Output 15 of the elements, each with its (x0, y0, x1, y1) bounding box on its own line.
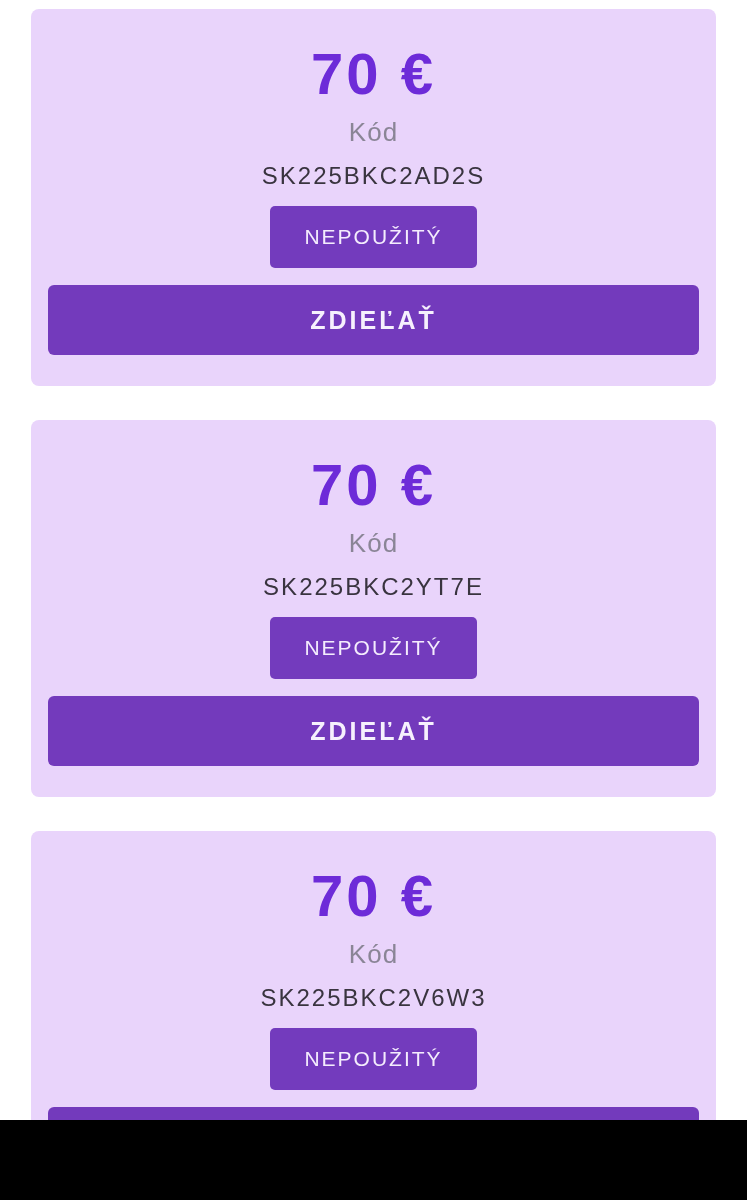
share-button[interactable]: ZDIEĽAŤ (48, 285, 699, 355)
voucher-price: 70 € (311, 40, 436, 108)
voucher-code: SK225BKC2YT7E (263, 572, 484, 602)
voucher-price: 70 € (311, 862, 436, 930)
voucher-price: 70 € (311, 451, 436, 519)
voucher-code: SK225BKC2AD2S (261, 161, 486, 191)
voucher-code: SK225BKC2V6W3 (260, 983, 487, 1013)
share-button[interactable] (48, 1107, 699, 1120)
status-badge: NEPOUŽITÝ (270, 1028, 477, 1090)
status-badge: NEPOUŽITÝ (270, 206, 477, 268)
share-button[interactable]: ZDIEĽAŤ (48, 696, 699, 766)
code-label: Kód (348, 116, 399, 148)
status-badge: NEPOUŽITÝ (270, 617, 477, 679)
code-label: Kód (348, 527, 399, 559)
code-label: Kód (348, 938, 399, 970)
